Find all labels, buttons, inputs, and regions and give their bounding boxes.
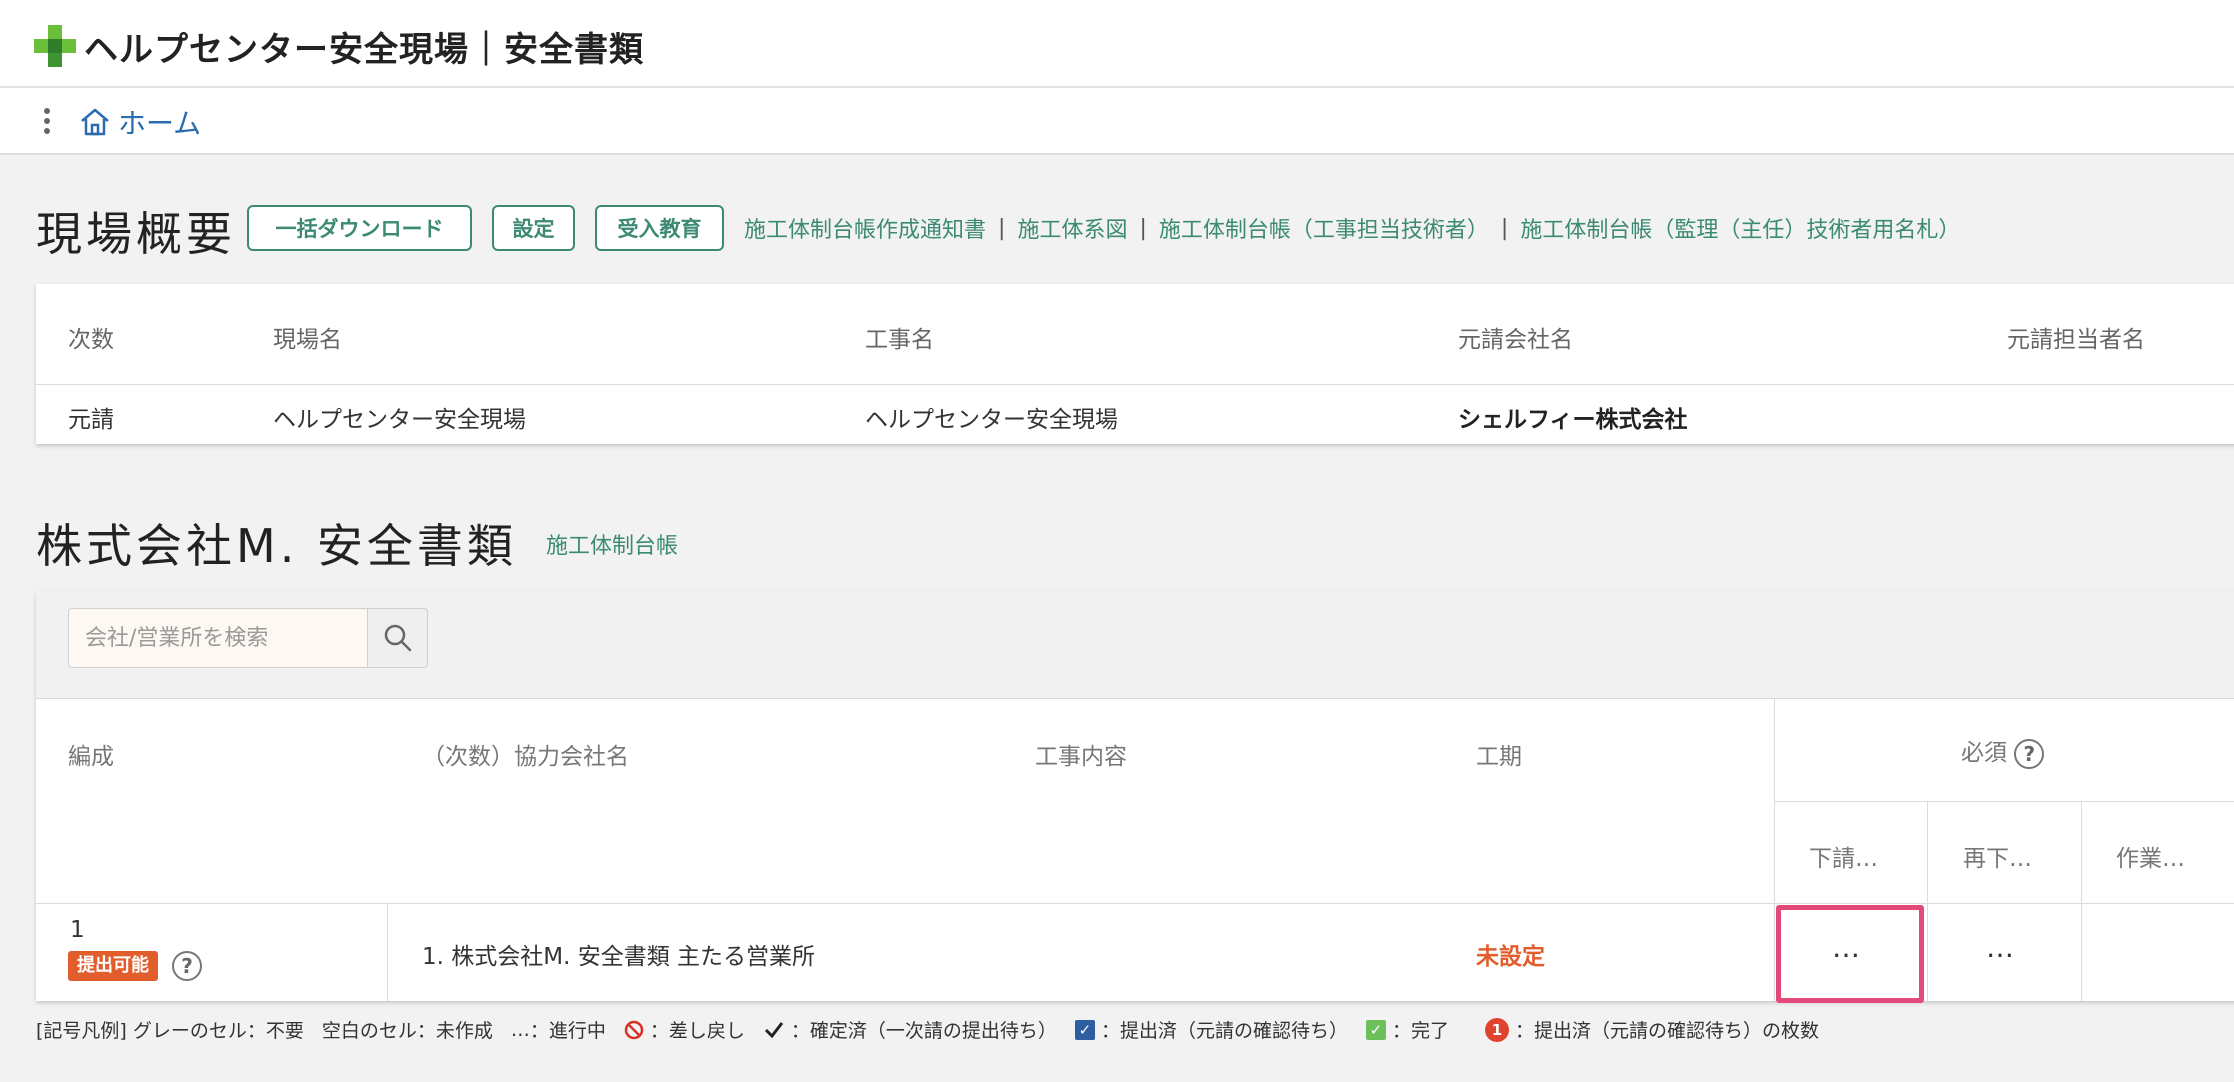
legend-progress: ：進行中 (529, 1020, 606, 1042)
header-company: （次数）協力会社名 (422, 744, 629, 770)
link-notice[interactable]: 施工体制台帳作成通知書 (744, 212, 986, 244)
header-site-name: 現場名 (273, 327, 342, 353)
legend-confirmed: ：確定済（一次請の提出待ち） (790, 1020, 1057, 1042)
row-company[interactable]: 1. 株式会社M. 安全書類 主たる営業所 (422, 937, 815, 971)
header-required-label: 必須 (1961, 740, 2007, 766)
divider (1774, 699, 1775, 1001)
overview-table: 次数 現場名 工事名 元請会社名 元請担当者名 元請 ヘルプセンター安全現場 ヘ… (36, 284, 2234, 444)
home-label: ホーム (118, 107, 202, 140)
header-sub-3[interactable]: 作業… (2116, 839, 2185, 873)
table-toolbar (36, 591, 2234, 699)
legend-done: ：完了 (1391, 1020, 1449, 1042)
header-tier: 次数 (68, 327, 114, 353)
link-structure-chart[interactable]: 施工体系図 (1017, 212, 1127, 244)
checkmark-icon (764, 1021, 784, 1038)
divider (36, 384, 2234, 385)
document-links: 施工体制台帳作成通知書 | 施工体系図 | 施工体制台帳（工事担当技術者） | … (744, 212, 1960, 244)
header-work-name: 工事名 (865, 327, 934, 353)
home-icon (81, 108, 109, 136)
green-check-icon: ✓ (1365, 1019, 1386, 1040)
header-contractor-person: 元請担当者名 (2007, 327, 2145, 353)
app-title: ヘルプセンター安全現場｜安全書類 (84, 30, 644, 70)
row-number: 1 (70, 917, 85, 943)
legend-rejected: ：差し戻し (649, 1020, 745, 1042)
settings-button[interactable]: 設定 (492, 205, 575, 251)
cell-contractor: シェルフィー株式会社 (1458, 407, 1688, 433)
header-work: 工事内容 (1035, 744, 1127, 770)
cross-logo-icon (34, 25, 76, 67)
search-button[interactable] (368, 608, 428, 668)
link-separator: | (998, 215, 1006, 241)
row-period: 未設定 (1476, 944, 1545, 970)
header-sub-1[interactable]: 下請… (1809, 839, 1878, 873)
divider (1774, 801, 2234, 802)
header-contractor: 元請会社名 (1458, 327, 1573, 353)
progress-cell-2[interactable]: … (1986, 931, 2017, 964)
divider (2081, 801, 2082, 1001)
progress-cell-1[interactable]: … (1832, 931, 1863, 964)
blue-check-icon: ✓ (1074, 1019, 1095, 1040)
education-button[interactable]: 受入教育 (595, 205, 724, 251)
search-input[interactable] (68, 608, 368, 668)
cell-site-name: ヘルプセンター安全現場 (273, 407, 526, 433)
legend-progress-symbol: … (510, 1018, 530, 1041)
kebab-menu-icon[interactable] (40, 106, 54, 136)
legend-submitted: ：提出済（元請の確認待ち） (1100, 1020, 1348, 1042)
cell-work-name: ヘルプセンター安全現場 (865, 407, 1118, 433)
search-icon (384, 624, 411, 652)
help-icon[interactable]: ? (2014, 738, 2045, 769)
divider (36, 903, 2234, 904)
cell-tier: 元請 (68, 407, 114, 433)
link-ledger-engineer[interactable]: 施工体制台帳（工事担当技術者） (1159, 212, 1489, 244)
legend: [記号凡例] グレーのセル：不要 空白のセル：未作成 … ：進行中 ：差し戻し … (36, 1016, 1819, 1043)
header-composition: 編成 (68, 744, 114, 770)
nav-bar: ホーム (0, 88, 2234, 155)
home-link[interactable]: ホーム (78, 102, 201, 142)
header-period: 工期 (1476, 744, 1522, 770)
documents-table: 編成 （次数）協力会社名 工事内容 工期 必須 ? 下請… 再下… 作業… 1 … (36, 591, 2234, 1003)
ledger-link[interactable]: 施工体制台帳 (546, 528, 678, 560)
divider (387, 903, 388, 1001)
documents-title: 株式会社M. 安全書類 (36, 519, 517, 573)
legend-blank: 空白のセル：未作成 (321, 1020, 493, 1042)
header-required: 必須 ? (1961, 733, 2045, 769)
bulk-download-button[interactable]: 一括ダウンロード (247, 205, 472, 251)
prohibited-icon (624, 1020, 644, 1039)
help-icon[interactable]: ? (172, 951, 202, 981)
header-sub-2[interactable]: 再下… (1963, 839, 2032, 873)
overview-title: 現場概要 (36, 207, 236, 261)
app-header: ヘルプセンター安全現場｜安全書類 (0, 0, 2234, 88)
link-separator: | (1139, 215, 1147, 241)
link-ledger-nameplate[interactable]: 施工体制台帳（監理（主任）技術者用名札） (1520, 212, 1960, 244)
count-badge-icon: 1 (1484, 1017, 1509, 1042)
link-separator: | (1500, 215, 1509, 241)
legend-prefix: [記号凡例] グレーのセル：不要 (36, 1020, 304, 1042)
divider (1927, 801, 1928, 1001)
status-badge: 提出可能 (68, 951, 158, 981)
legend-count: ：提出済（元請の確認待ち）の枚数 (1514, 1020, 1819, 1042)
